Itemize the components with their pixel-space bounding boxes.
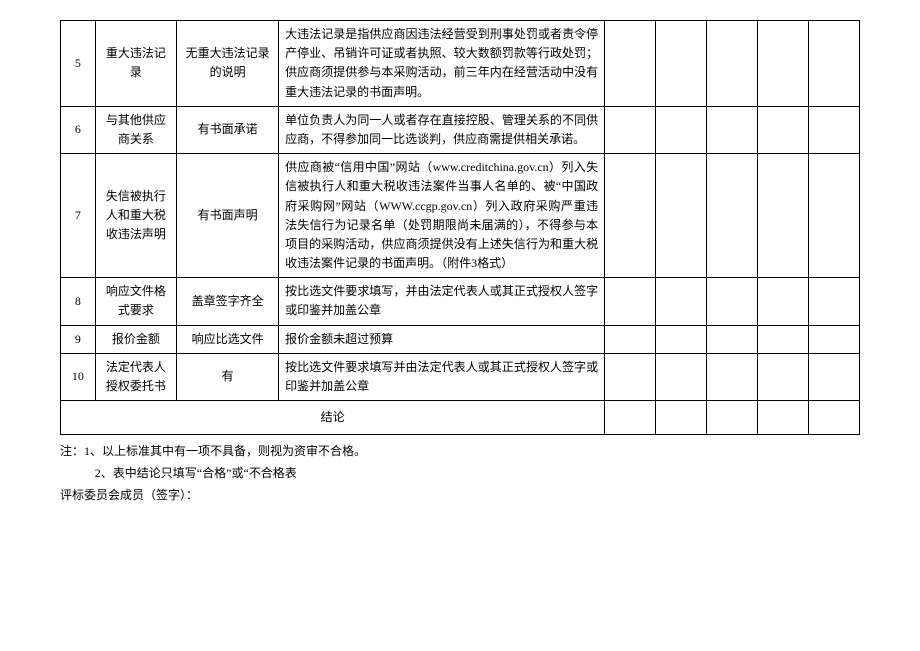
cell-blank <box>605 21 656 107</box>
cell-item: 重大违法记录 <box>95 21 177 107</box>
cell-blank <box>758 106 809 153</box>
table-row: 10 法定代表人授权委托书 有 按比选文件要求填写并由法定代表人或其正式授权人签… <box>61 353 860 400</box>
cell-blank <box>758 401 809 435</box>
notes-block: 注：1、以上标准其中有一项不具备，则视为资审不合格。 2、表中结论只填写“合格”… <box>60 441 860 484</box>
qualification-table: 5 重大违法记录 无重大违法记录的说明 大违法记录是指供应商因违法经营受到刑事处… <box>60 20 860 435</box>
cell-blank <box>707 106 758 153</box>
cell-blank <box>656 21 707 107</box>
table-row: 6 与其他供应商关系 有书面承诺 单位负责人为同一人或者存在直接控股、管理关系的… <box>61 106 860 153</box>
cell-blank <box>605 278 656 325</box>
cell-desc: 单位负责人为同一人或者存在直接控股、管理关系的不同供应商，不得参加同一比选谈判，… <box>279 106 605 153</box>
cell-num: 8 <box>61 278 96 325</box>
cell-item: 法定代表人授权委托书 <box>95 353 177 400</box>
cell-blank <box>656 325 707 353</box>
cell-blank <box>758 278 809 325</box>
cell-blank <box>707 154 758 278</box>
cell-blank <box>605 325 656 353</box>
cell-blank <box>605 353 656 400</box>
cell-item: 与其他供应商关系 <box>95 106 177 153</box>
cell-blank <box>808 154 859 278</box>
cell-num: 9 <box>61 325 96 353</box>
cell-item: 报价金额 <box>95 325 177 353</box>
cell-blank <box>808 278 859 325</box>
cell-blank <box>758 325 809 353</box>
note-line-1: 注：1、以上标准其中有一项不具备，则视为资审不合格。 <box>60 441 860 463</box>
table-row: 8 响应文件格式要求 盖章签字齐全 按比选文件要求填写，并由法定代表人或其正式授… <box>61 278 860 325</box>
cell-desc: 大违法记录是指供应商因违法经营受到刑事处罚或者责令停产停业、吊销许可证或者执照、… <box>279 21 605 107</box>
conclusion-label: 结论 <box>61 401 605 435</box>
cell-num: 5 <box>61 21 96 107</box>
note-line-2: 2、表中结论只填写“合格”或“不合格表 <box>60 463 860 485</box>
cell-standard: 无重大违法记录的说明 <box>177 21 279 107</box>
cell-standard: 响应比选文件 <box>177 325 279 353</box>
table-row: 5 重大违法记录 无重大违法记录的说明 大违法记录是指供应商因违法经营受到刑事处… <box>61 21 860 107</box>
cell-blank <box>605 154 656 278</box>
cell-blank <box>656 353 707 400</box>
cell-blank <box>707 401 758 435</box>
cell-blank <box>808 106 859 153</box>
cell-standard: 有书面声明 <box>177 154 279 278</box>
signature-line: 评标委员会成员（签字）： <box>60 486 860 503</box>
cell-blank <box>707 278 758 325</box>
cell-blank <box>808 21 859 107</box>
table-row: 7 失信被执行人和重大税收违法声明 有书面声明 供应商被“信用中国”网站（www… <box>61 154 860 278</box>
table-row: 9 报价金额 响应比选文件 报价金额未超过预算 <box>61 325 860 353</box>
cell-blank <box>656 106 707 153</box>
cell-standard: 盖章签字齐全 <box>177 278 279 325</box>
cell-blank <box>656 401 707 435</box>
cell-blank <box>707 21 758 107</box>
cell-num: 6 <box>61 106 96 153</box>
cell-standard: 有 <box>177 353 279 400</box>
conclusion-row: 结论 <box>61 401 860 435</box>
cell-blank <box>605 106 656 153</box>
cell-desc: 报价金额未超过预算 <box>279 325 605 353</box>
cell-blank <box>808 325 859 353</box>
cell-blank <box>605 401 656 435</box>
cell-item: 响应文件格式要求 <box>95 278 177 325</box>
cell-blank <box>707 325 758 353</box>
cell-blank <box>808 353 859 400</box>
cell-standard: 有书面承诺 <box>177 106 279 153</box>
cell-desc: 按比选文件要求填写并由法定代表人或其正式授权人签字或印鉴并加盖公章 <box>279 353 605 400</box>
cell-blank <box>758 21 809 107</box>
cell-blank <box>758 353 809 400</box>
cell-blank <box>656 154 707 278</box>
cell-num: 10 <box>61 353 96 400</box>
cell-blank <box>707 353 758 400</box>
cell-desc: 按比选文件要求填写，并由法定代表人或其正式授权人签字或印鉴并加盖公章 <box>279 278 605 325</box>
cell-blank <box>758 154 809 278</box>
cell-item: 失信被执行人和重大税收违法声明 <box>95 154 177 278</box>
cell-desc: 供应商被“信用中国”网站（www.creditchina.gov.cn）列入失信… <box>279 154 605 278</box>
cell-blank <box>808 401 859 435</box>
cell-blank <box>656 278 707 325</box>
cell-num: 7 <box>61 154 96 278</box>
